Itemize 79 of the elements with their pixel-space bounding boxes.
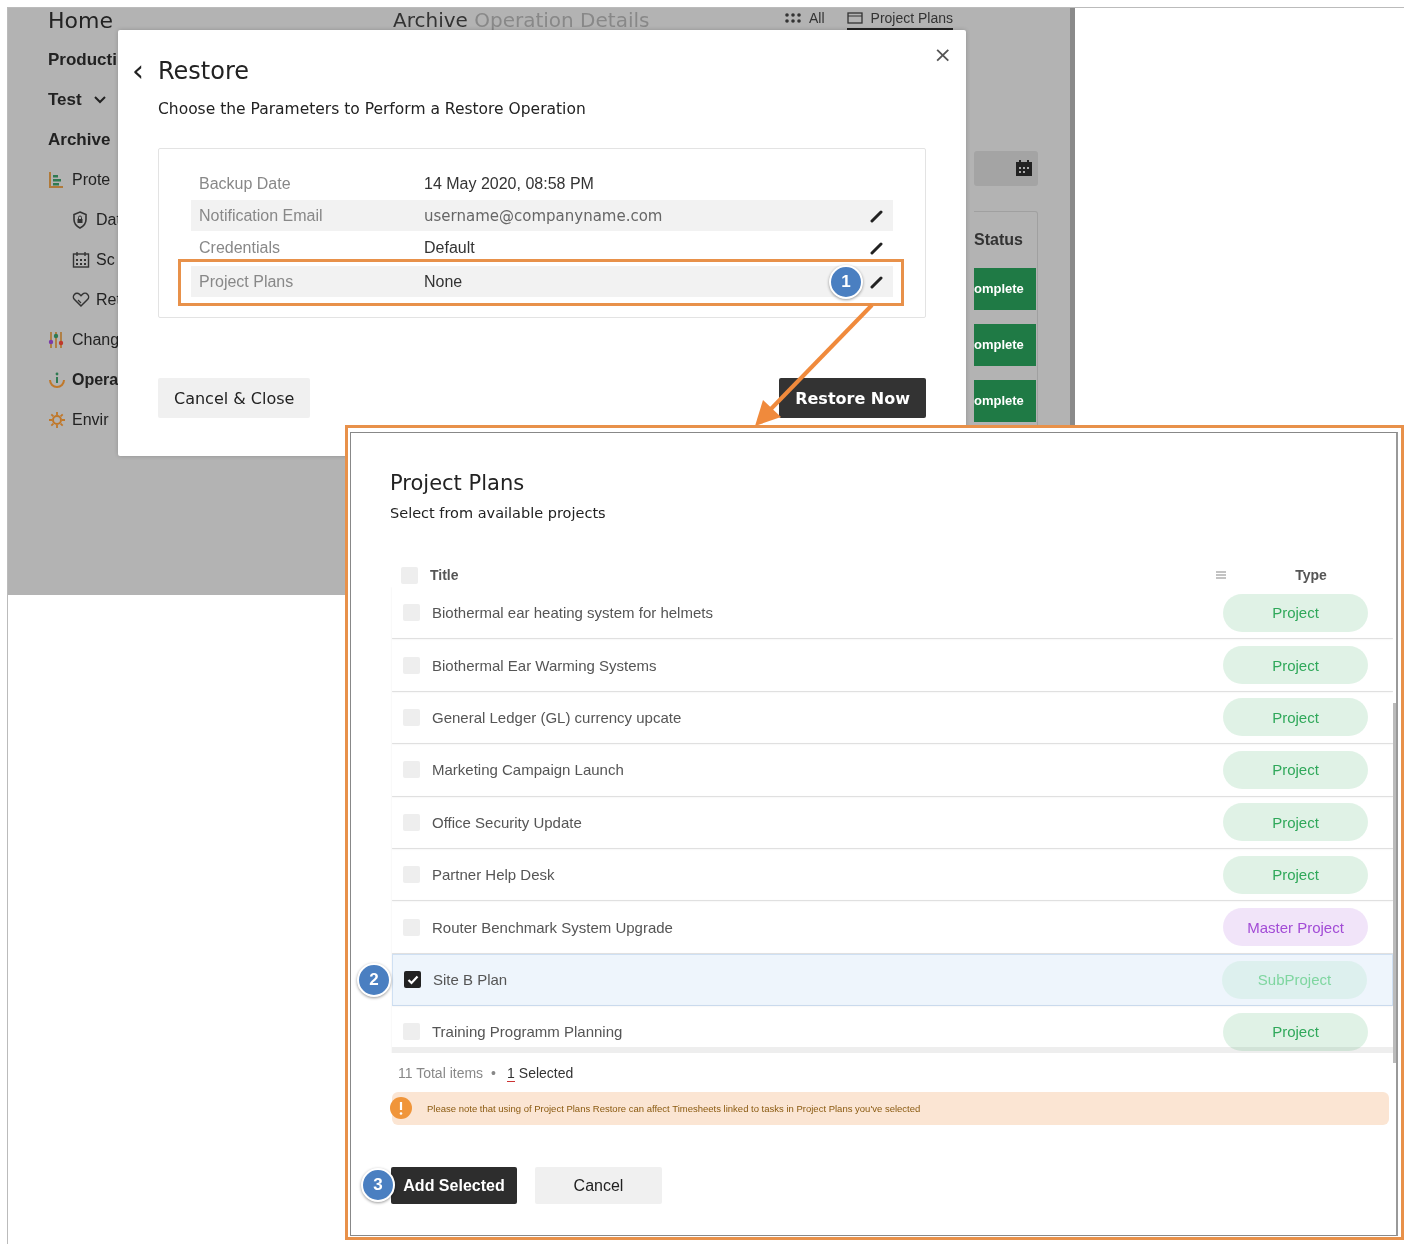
pencil-icon[interactable] [870,274,884,289]
parameter-label: Backup Date [199,174,292,193]
back-button[interactable]: ‹ [132,56,158,86]
warning-icon [390,1097,412,1119]
gear-icon [48,411,66,429]
restore-button[interactable]: Restore Now [779,378,926,418]
notice-text: Please note that using of Project Plans Restore can affect Timesheets linked to tasks in Project Plans you've selected [427,1103,921,1114]
type-tag: Project [1223,593,1368,632]
project-title: General Ledger (GL) currency upcate [432,708,683,726]
status-badge: omplete [974,379,1036,422]
parameter-value: Default [424,238,475,257]
type-tag: Project [1223,750,1368,789]
parameter-value: None [424,272,463,291]
sidebar-subitem[interactable]: Sc [96,251,115,269]
heart-icon [72,292,90,308]
scrollbar[interactable] [1393,703,1396,1063]
date-field[interactable] [974,150,1038,186]
close-button[interactable]: × [933,42,952,67]
column-header: Type [1295,567,1327,583]
type-tag: Project [1223,1012,1368,1051]
column-header: Title [430,567,459,583]
sidebar-group[interactable]: Producti [48,50,117,70]
home-heading[interactable]: Home [48,8,113,33]
calendar-icon [72,251,90,269]
chevron-down-icon [93,96,106,104]
pencil-icon[interactable] [870,240,884,255]
selected-label: Selected [518,1065,574,1082]
type-tag: Project [1223,855,1368,894]
total-count: 11 Total items [398,1065,484,1082]
project-title: Biothermal ear heating system for helmets [432,604,714,622]
menu-icon[interactable] [1216,571,1226,579]
status-badge: omplete [974,323,1036,366]
dialog-subtitle: Choose the Parameters to Perform a Restore Operation [158,100,587,118]
shield-lock-icon [72,211,88,229]
add-selected-button[interactable]: Add Selected [391,1167,517,1204]
type-tag: Master Project [1223,908,1368,947]
project-title: Partner Help Desk [432,866,556,884]
project-title: Biothermal Ear Warming Systems [432,656,658,674]
parameter-value: username@companyname.com [424,206,663,225]
sliders-icon [48,331,64,349]
panel-subtitle: Select from available projects [390,505,607,521]
separator: • [491,1065,496,1082]
type-tag: Project [1223,803,1368,842]
project-title: Router Benchmark System Upgrade [432,918,674,936]
selected-count[interactable]: 1 [507,1065,515,1082]
tab[interactable]: All [785,10,825,31]
cancel-button[interactable]: Cancel [535,1167,662,1204]
parameter-label: Credentials [199,238,281,257]
panel-title: Project Plans [390,471,526,495]
checkbox[interactable] [404,971,421,989]
sidebar-item[interactable]: Chang [72,331,120,349]
parameter-label: Project Plans [199,272,295,291]
step-badge: 1 [829,265,863,299]
info-icon [48,371,66,389]
step-badge: 3 [361,1168,395,1202]
project-title: Training Programm Planning [432,1023,624,1041]
calendar-icon [1016,160,1032,177]
column-header: Status [974,230,1023,249]
type-tag: Project [1223,646,1368,685]
sidebar-dropdown[interactable]: Test [48,90,82,110]
dialog-title: Restore [158,57,250,85]
status-badge: omplete [974,267,1036,310]
type-tag: SubProject [1222,960,1367,999]
sidebar-item[interactable]: Envir [72,411,109,429]
parameter-value: 14 May 2020, 08:58 PM [424,174,594,193]
sidebar-item[interactable]: Prote [72,171,111,189]
pencil-icon[interactable] [870,208,884,223]
project-title: Marketing Campaign Launch [432,761,625,779]
parameter-label: Notification Email [199,206,324,225]
bar-chart-icon [48,171,64,189]
sidebar-item[interactable]: Opera [72,371,119,389]
type-tag: Project [1223,698,1368,737]
step-badge: 2 [357,962,391,997]
grid-icon [785,13,801,24]
sidebar-group[interactable]: Archive [48,130,111,150]
folder-icon [846,12,863,25]
project-title: Office Security Update [432,813,583,831]
cancel-button[interactable]: Cancel & Close [158,378,311,418]
project-title: Site B Plan [433,971,509,989]
